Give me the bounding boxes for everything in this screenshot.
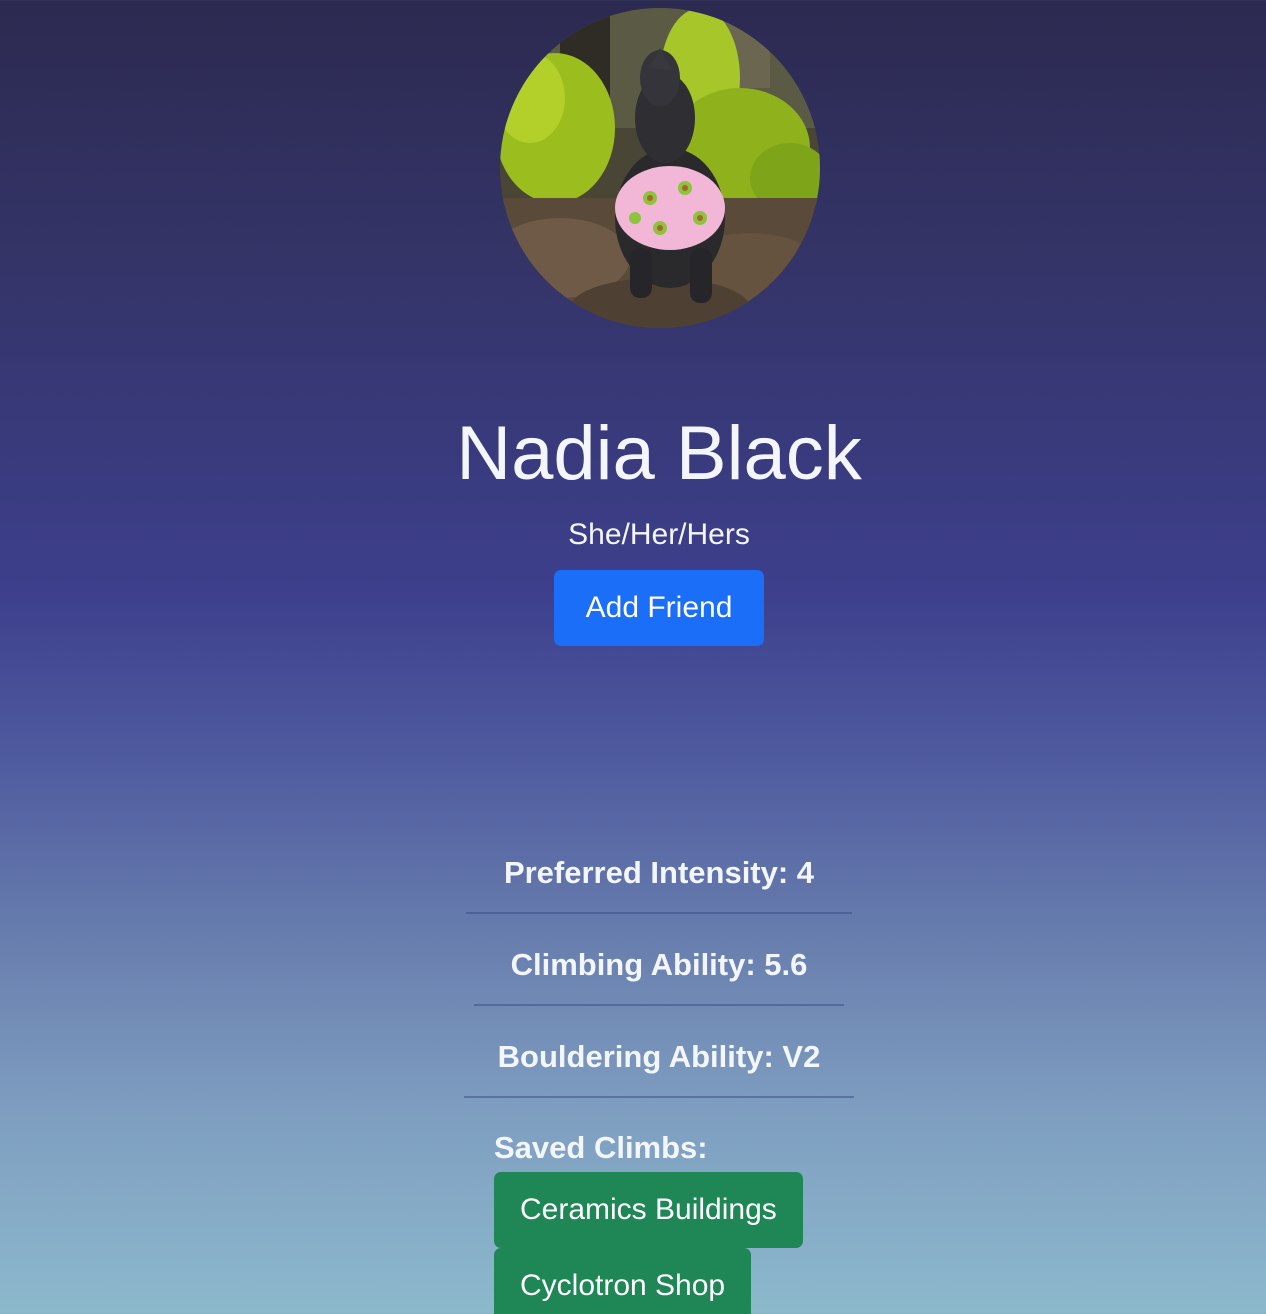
stat-bouldering-ability: Bouldering Ability: V2 [497, 1039, 821, 1074]
profile-photo [500, 8, 820, 328]
stat-climbing-ability: Climbing Ability: 5.6 [510, 947, 808, 982]
saved-climb-button[interactable]: Cyclotron Shop [494, 1248, 752, 1314]
saved-climb-button[interactable]: Ceramics Buildings [494, 1172, 803, 1248]
stat-divider [474, 1004, 844, 1006]
stat-divider [464, 1096, 854, 1098]
profile-avatar [500, 8, 820, 328]
stat-preferred-intensity: Preferred Intensity: 4 [503, 855, 815, 890]
saved-climbs-label: Saved Climbs: [494, 1130, 708, 1165]
stat-divider [466, 912, 852, 914]
profile-pronouns: She/Her/Hers [568, 518, 750, 551]
profile-name: Nadia Black [456, 411, 862, 496]
add-friend-button[interactable]: Add Friend [554, 570, 764, 646]
